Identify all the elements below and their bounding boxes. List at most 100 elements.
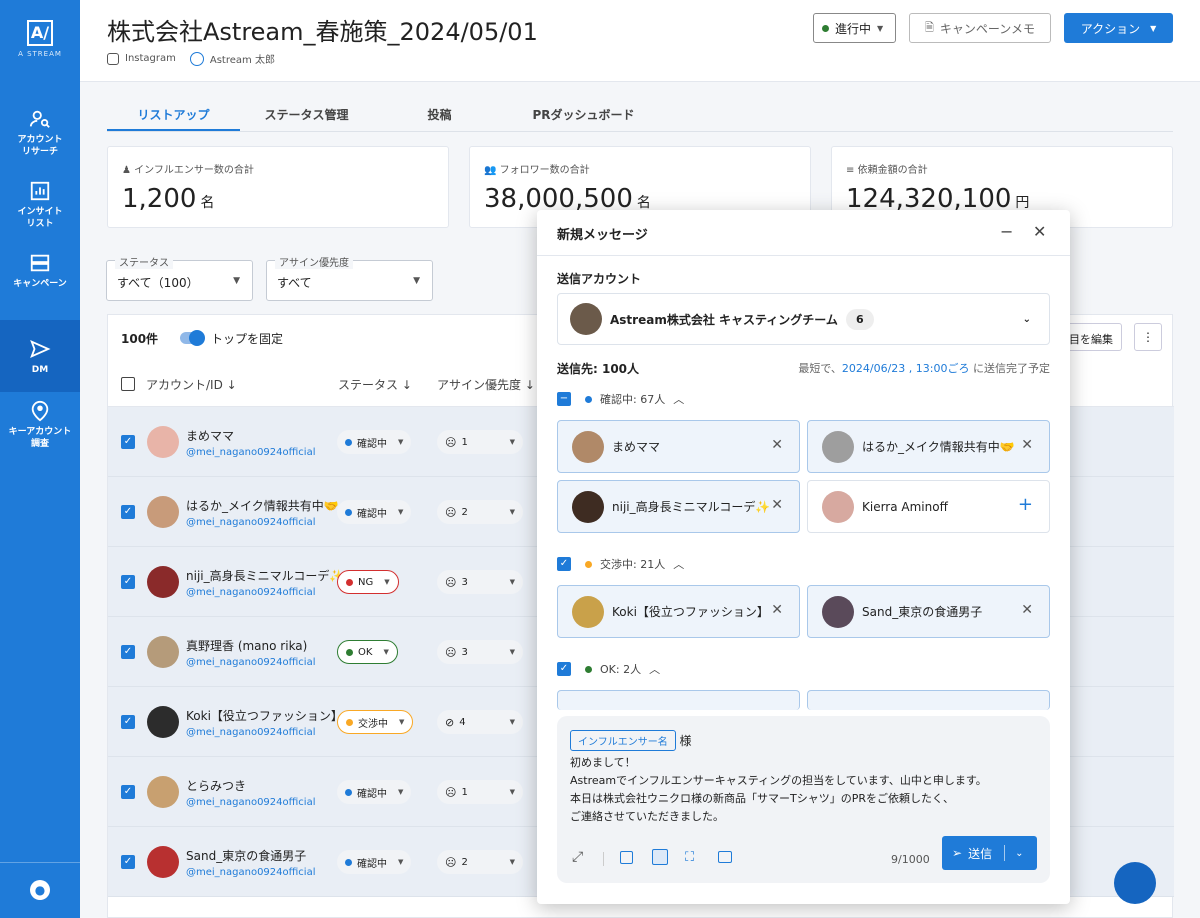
neutral-face-icon: ☹ <box>445 435 457 449</box>
priority-filter[interactable]: アサイン優先度 すべて ▼ <box>266 254 433 301</box>
remove-icon[interactable]: ✕ <box>771 602 783 618</box>
remove-icon[interactable]: ✕ <box>771 497 783 513</box>
recipient-chip[interactable]: Kierra Aminoff + <box>807 480 1050 533</box>
add-icon[interactable]: + <box>1018 494 1033 515</box>
tab-status[interactable]: ステータス管理 <box>240 98 373 131</box>
nav-insight-list[interactable]: インサイト リスト <box>0 180 80 252</box>
row-checkbox[interactable]: ✓ <box>121 645 135 659</box>
priority-select[interactable]: ☹ 3 ▼ <box>437 640 523 664</box>
chevron-up-icon[interactable]: ︿ <box>649 661 660 677</box>
chevron-up-icon[interactable]: ︿ <box>673 391 684 407</box>
row-checkbox[interactable]: ✓ <box>121 715 135 729</box>
nav-campaign[interactable]: キャンペーン <box>0 252 80 324</box>
status-select[interactable]: 交渉中 ▼ <box>337 710 414 734</box>
tab-listup[interactable]: リストアップ <box>107 98 240 131</box>
status-select[interactable]: 確認中 ▼ <box>337 780 412 804</box>
status-select[interactable]: 確認中 ▼ <box>337 850 412 874</box>
account-id[interactable]: @mei_nagano0924official <box>186 727 316 738</box>
account-name[interactable]: はるか_メイク情報共有中🤝 <box>186 497 339 514</box>
select-all-checkbox[interactable] <box>121 377 135 391</box>
account-id[interactable]: @mei_nagano0924official <box>186 517 316 528</box>
remove-icon[interactable]: ✕ <box>771 437 783 453</box>
group-header-checking[interactable]: − 確認中: 67人 ︿ <box>557 391 684 407</box>
account-id[interactable]: @mei_nagano0924official <box>186 447 316 458</box>
minimize-icon[interactable]: − <box>1000 222 1013 241</box>
new-message-modal: 新規メッセージ − ✕ 送信アカウント Astream株式会社 キャスティングチ… <box>537 210 1070 904</box>
scan-icon[interactable]: ⛶ <box>685 850 694 865</box>
group-checkbox[interactable]: − <box>557 392 571 406</box>
recipient-chip[interactable]: Sand_東京の食通男子 ✕ <box>807 585 1050 638</box>
col-header-priority[interactable]: アサイン優先度 ↓ <box>437 376 535 393</box>
nav-dm[interactable]: DM <box>0 320 80 392</box>
status-dropdown[interactable]: 進行中 ▼ <box>813 13 896 43</box>
app-logo[interactable]: A/A STREAM <box>0 20 80 58</box>
priority-select[interactable]: ☹ 3 ▼ <box>437 570 523 594</box>
more-vert-icon[interactable]: ⋮ <box>1134 323 1162 351</box>
nav-account-research[interactable]: アカウント リサーチ <box>0 108 80 180</box>
priority-select[interactable]: ☹ 1 ▼ <box>437 430 523 454</box>
priority-select[interactable]: ☹ 2 ▼ <box>437 500 523 524</box>
group-checkbox[interactable]: ✓ <box>557 662 571 676</box>
col-header-account[interactable]: アカウント/ID ↓ <box>146 376 237 393</box>
row-checkbox[interactable]: ✓ <box>121 855 135 869</box>
group-header-negotiating[interactable]: ✓ 交渉中: 21人 ︿ <box>557 556 684 572</box>
row-checkbox[interactable]: ✓ <box>121 575 135 589</box>
close-icon[interactable]: ✕ <box>1033 222 1046 241</box>
sender-account-select[interactable]: Astream株式会社 キャスティングチーム 6 ⌄ <box>557 293 1050 345</box>
pin-toggle[interactable] <box>180 330 205 346</box>
status-select[interactable]: OK ▼ <box>337 640 398 664</box>
tab-posts[interactable]: 投稿 <box>373 98 506 131</box>
status-filter[interactable]: ステータス すべて（100） ▼ <box>106 254 253 301</box>
template-icon[interactable] <box>652 849 668 865</box>
tab-pr-dashboard[interactable]: PRダッシュボード <box>506 98 661 131</box>
campaign-memo-button[interactable]: 🗎 キャンペーンメモ <box>909 13 1051 43</box>
recipient-chip[interactable]: niji_高身長ミニマルコーデ✨ ✕ <box>557 480 800 533</box>
account-name[interactable]: niji_高身長ミニマルコーデ✨ <box>186 567 344 584</box>
card-label: 👥 フォロワー数の合計 <box>484 165 590 176</box>
instagram-icon <box>107 52 119 65</box>
caret-down-icon: ▼ <box>384 578 390 586</box>
nav-label: DM <box>31 365 49 375</box>
remove-icon[interactable]: ✕ <box>1021 602 1033 618</box>
priority-select[interactable]: ⊘ 4 ▼ <box>437 710 523 734</box>
caret-down-icon: ▼ <box>509 438 515 446</box>
priority-select[interactable]: ☹ 1 ▼ <box>437 780 523 804</box>
account-id[interactable]: @mei_nagano0924official <box>186 867 316 878</box>
account-name[interactable]: Koki【役立つファッション】 <box>186 707 343 724</box>
message-body[interactable]: 初めまして！ Astreamでインフルエンサーキャスティングの担当をしています、… <box>570 754 987 826</box>
nav-key-account[interactable]: キーアカウント 調査 <box>0 400 80 472</box>
action-button[interactable]: アクション ▼ <box>1064 13 1173 43</box>
remove-icon[interactable]: ✕ <box>1021 437 1033 453</box>
row-checkbox[interactable]: ✓ <box>121 785 135 799</box>
status-select[interactable]: 確認中 ▼ <box>337 500 412 524</box>
status-select[interactable]: NG ▼ <box>337 570 399 594</box>
sender-label: 送信アカウント <box>557 272 642 286</box>
recipient-chip[interactable]: まめママ ✕ <box>557 420 800 473</box>
account-name[interactable]: 真野理香 (mano rika) <box>186 637 307 654</box>
variable-tag[interactable]: インフルエンサー名 <box>570 730 676 751</box>
account-id[interactable]: @mei_nagano0924official <box>186 657 316 668</box>
send-button[interactable]: ➢ 送信 ⌄ <box>942 836 1037 870</box>
account-name[interactable]: とらみつき <box>186 777 246 794</box>
preview-icon[interactable] <box>718 851 732 863</box>
account-id[interactable]: @mei_nagano0924official <box>186 797 316 808</box>
account-name[interactable]: まめママ <box>186 427 234 444</box>
recipient-chip[interactable]: Koki【役立つファッション】 ✕ <box>557 585 800 638</box>
chevron-down-icon[interactable]: ⌄ <box>1015 848 1023 859</box>
row-checkbox[interactable]: ✓ <box>121 505 135 519</box>
group-header-ok[interactable]: ✓ OK: 2人 ︿ <box>557 661 660 677</box>
col-header-status[interactable]: ステータス ↓ <box>338 376 412 393</box>
message-composer[interactable]: インフルエンサー名 様 初めまして！ Astreamでインフルエンサーキャスティ… <box>557 716 1050 883</box>
help-fab[interactable] <box>1114 862 1156 904</box>
priority-select[interactable]: ☹ 2 ▼ <box>437 850 523 874</box>
row-checkbox[interactable]: ✓ <box>121 435 135 449</box>
account-name[interactable]: Sand_東京の食通男子 <box>186 847 306 864</box>
image-icon[interactable] <box>620 851 633 864</box>
status-select[interactable]: 確認中 ▼ <box>337 430 412 454</box>
chevron-up-icon[interactable]: ︿ <box>673 556 684 572</box>
group-checkbox[interactable]: ✓ <box>557 557 571 571</box>
user-avatar[interactable]: ● <box>30 880 50 900</box>
account-id[interactable]: @mei_nagano0924official <box>186 587 316 598</box>
expand-icon[interactable]: ⤢ <box>572 849 583 865</box>
recipient-chip[interactable]: はるか_メイク情報共有中🤝 ✕ <box>807 420 1050 473</box>
